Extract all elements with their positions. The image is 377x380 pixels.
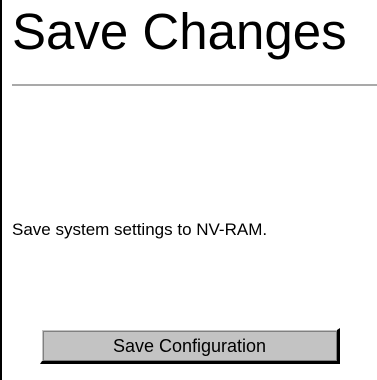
title-divider xyxy=(12,84,377,86)
save-configuration-button[interactable]: Save Configuration xyxy=(40,328,340,364)
page-title: Save Changes xyxy=(12,3,347,60)
content-frame: Save Changes Save system settings to NV-… xyxy=(0,0,377,380)
description-text: Save system settings to NV-RAM. xyxy=(12,220,268,239)
